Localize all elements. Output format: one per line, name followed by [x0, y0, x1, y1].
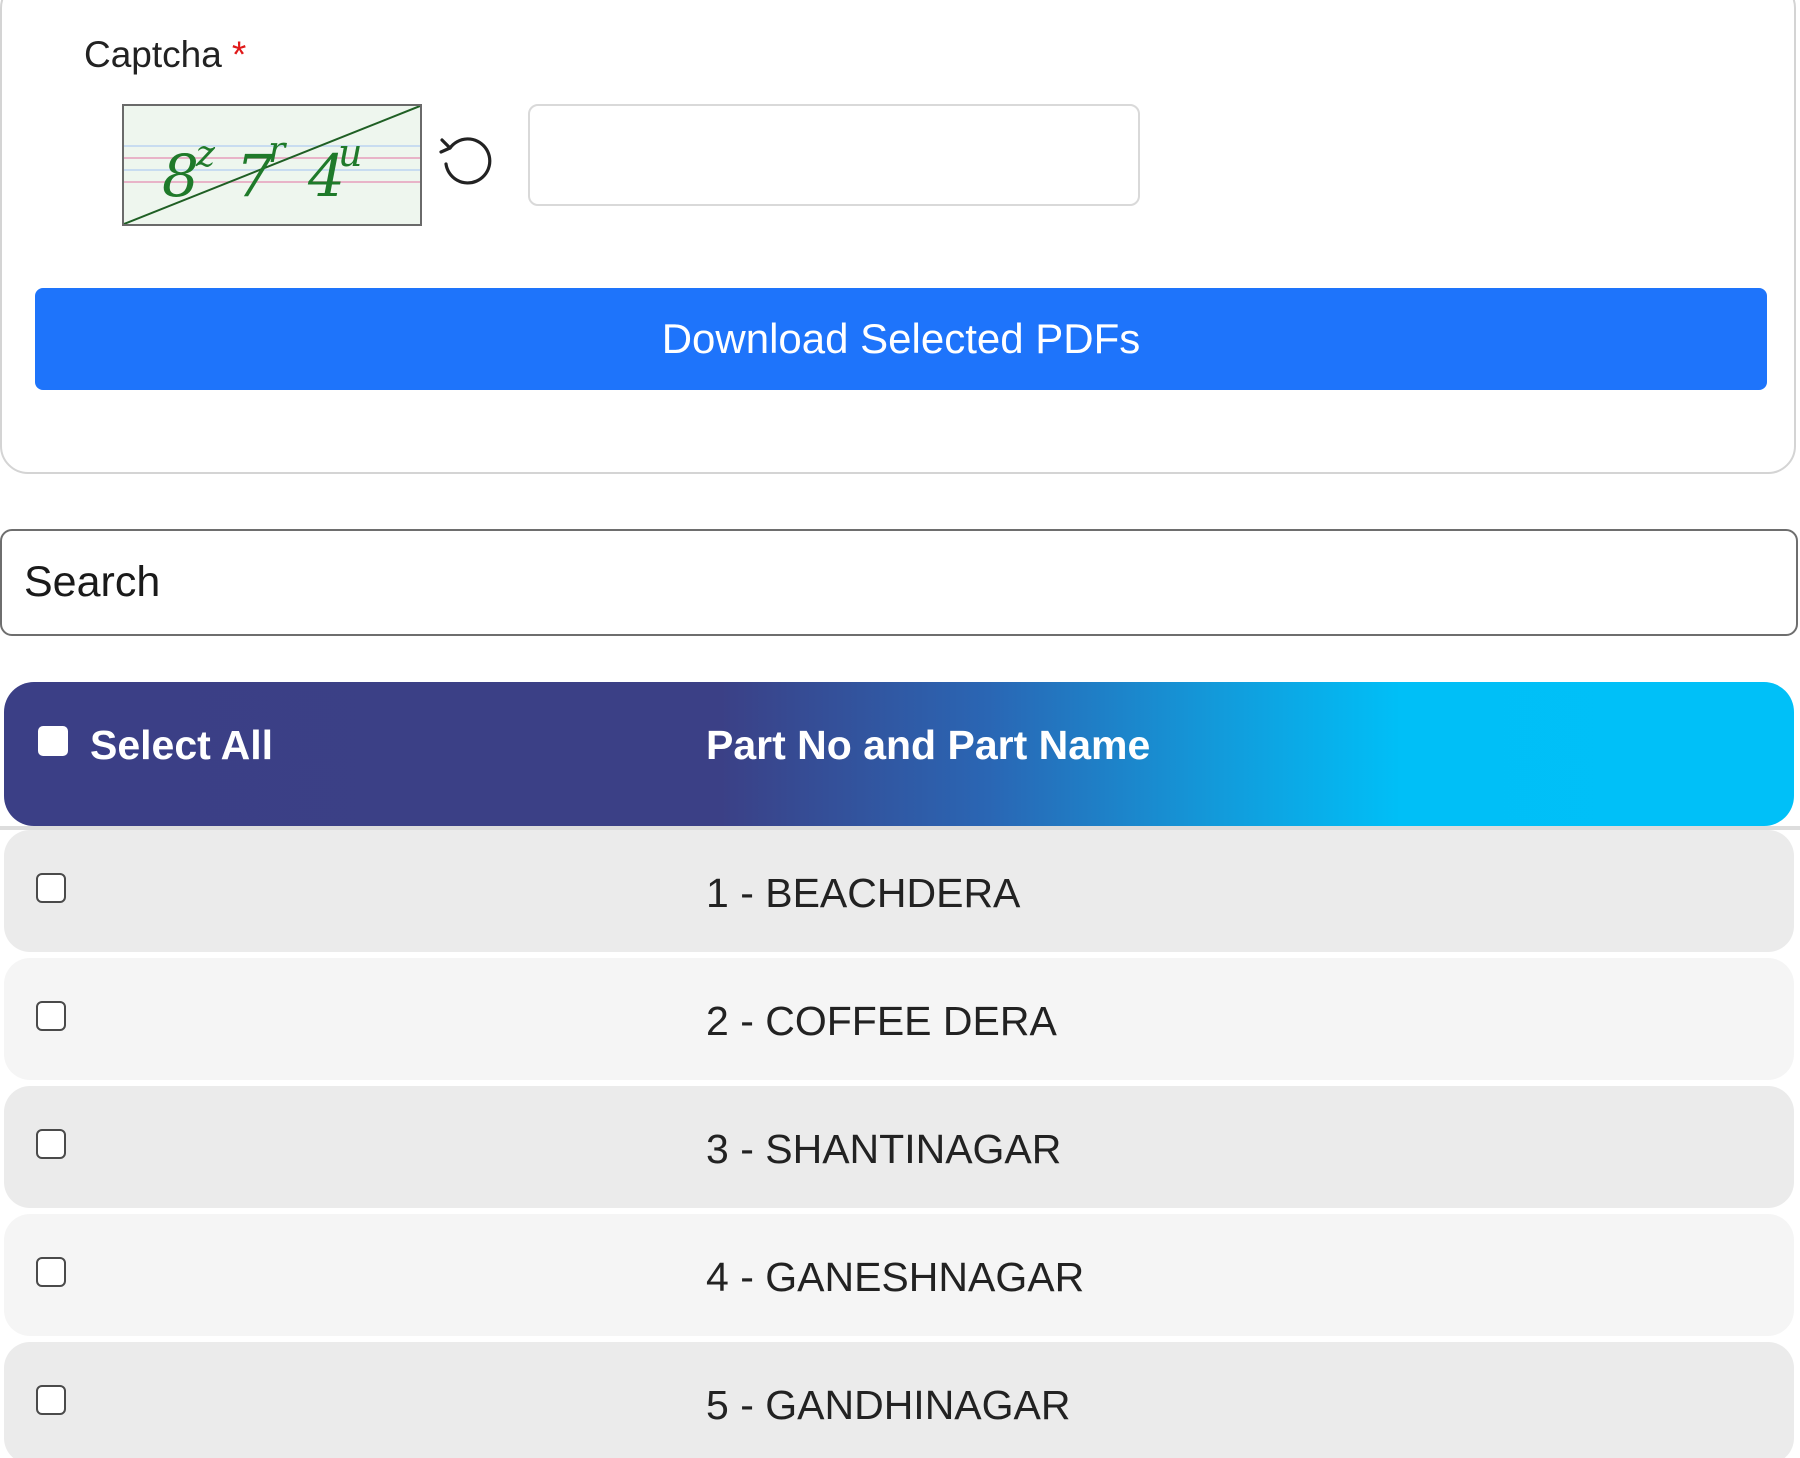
row-part-label: 4 - GANESHNAGAR: [706, 1254, 1085, 1300]
part-column-header: Part No and Part Name: [706, 722, 1151, 768]
download-selected-pdfs-button[interactable]: Download Selected PDFs: [35, 288, 1767, 390]
table-row: 1 - BEACHDERA: [4, 830, 1794, 952]
table-body: 1 - BEACHDERA 2 - COFFEE DERA 3 - SHANTI…: [4, 830, 1794, 1458]
select-all-label: Select All: [90, 722, 274, 768]
page: Captcha * 8 z 7 r 4 u Download Selected …: [0, 0, 1800, 1458]
required-star: *: [231, 34, 247, 75]
svg-text:8: 8: [162, 142, 199, 210]
row-checkbox[interactable]: [36, 1001, 66, 1031]
row-checkbox[interactable]: [36, 873, 66, 903]
svg-text:r: r: [268, 130, 287, 171]
captcha-image-graphic: 8 z 7 r 4 u: [124, 106, 420, 224]
refresh-captcha-icon[interactable]: [438, 134, 494, 190]
select-all-checkbox[interactable]: [38, 726, 68, 756]
row-checkbox[interactable]: [36, 1257, 66, 1287]
row-part-label: 5 - GANDHINAGAR: [706, 1382, 1071, 1428]
captcha-card: Captcha * 8 z 7 r 4 u Download Selected …: [0, 0, 1796, 474]
svg-text:u: u: [338, 131, 362, 175]
row-part-label: 1 - BEACHDERA: [706, 870, 1021, 916]
table-row: 4 - GANESHNAGAR: [4, 1214, 1794, 1336]
captcha-image: 8 z 7 r 4 u: [122, 104, 422, 226]
captcha-label: Captcha *: [84, 34, 246, 76]
table-row: 3 - SHANTINAGAR: [4, 1086, 1794, 1208]
table-header: Select All Part No and Part Name: [4, 682, 1794, 826]
table-row: 5 - GANDHINAGAR: [4, 1342, 1794, 1458]
search-input[interactable]: [0, 529, 1798, 636]
row-part-label: 3 - SHANTINAGAR: [706, 1126, 1062, 1172]
captcha-label-text: Captcha: [84, 34, 222, 75]
table-row: 2 - COFFEE DERA: [4, 958, 1794, 1080]
row-checkbox[interactable]: [36, 1385, 66, 1415]
svg-text:z: z: [195, 134, 216, 175]
row-part-label: 2 - COFFEE DERA: [706, 998, 1057, 1044]
captcha-input[interactable]: [528, 104, 1140, 206]
row-checkbox[interactable]: [36, 1129, 66, 1159]
